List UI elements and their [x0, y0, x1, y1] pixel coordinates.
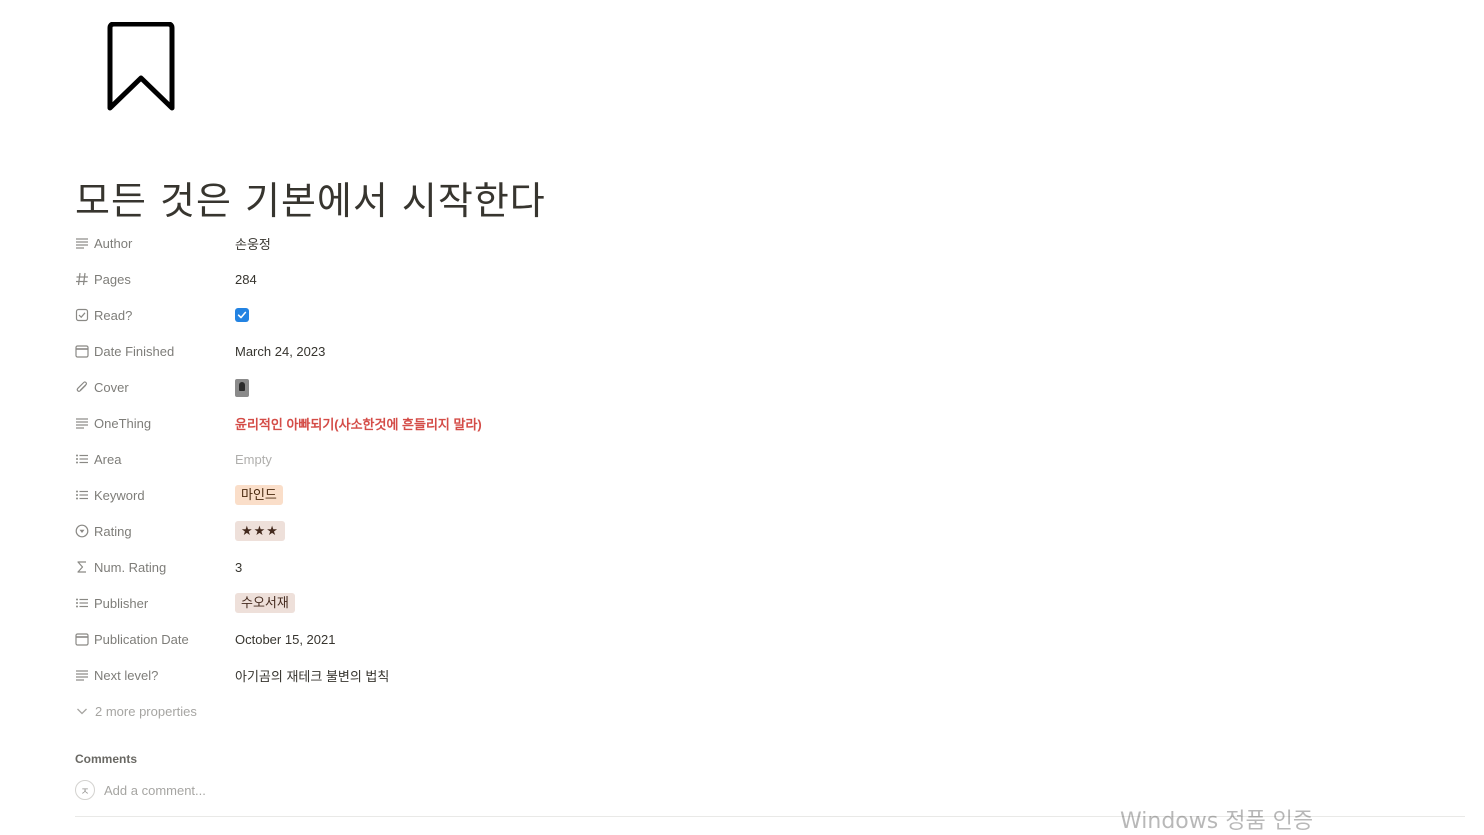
- property-area[interactable]: Area Empty: [75, 441, 1375, 477]
- num-rating-value[interactable]: 3: [235, 560, 242, 575]
- property-rating[interactable]: Rating ★★★: [75, 513, 1375, 549]
- property-label: Rating: [94, 523, 132, 539]
- property-label: Keyword: [94, 487, 145, 503]
- text-lines-icon: [75, 236, 89, 250]
- pages-value[interactable]: 284: [235, 272, 257, 287]
- page-title[interactable]: 모든 것은 기본에서 시작한다: [75, 170, 546, 225]
- onething-value[interactable]: 윤리적인 아빠되기(사소한것에 흔들리지 말라): [235, 414, 482, 433]
- list-icon: [75, 488, 89, 502]
- publisher-tag[interactable]: 수오서재: [235, 593, 295, 613]
- comments-heading: Comments: [75, 752, 138, 766]
- sigma-icon: [75, 560, 89, 574]
- list-icon: [75, 596, 89, 610]
- calendar-icon: [75, 344, 89, 358]
- property-label: Read?: [94, 307, 133, 323]
- property-date-finished[interactable]: Date Finished March 24, 2023: [75, 333, 1375, 369]
- property-label: OneThing: [94, 415, 152, 431]
- select-circle-icon: [75, 524, 89, 538]
- windows-activation-watermark: Windows 정품 인증: [1120, 809, 1314, 834]
- checkbox-icon: [75, 308, 89, 322]
- property-label: Cover: [94, 379, 129, 395]
- property-keyword[interactable]: Keyword 마인드: [75, 477, 1375, 513]
- publication-date-value[interactable]: October 15, 2021: [235, 632, 335, 647]
- property-pages[interactable]: Pages 284: [75, 261, 1375, 297]
- property-label: Publication Date: [94, 631, 189, 647]
- text-lines-icon: [75, 668, 89, 682]
- property-publisher[interactable]: Publisher 수오서재: [75, 585, 1375, 621]
- property-label: Author: [94, 235, 133, 251]
- hash-icon: [75, 272, 89, 286]
- property-author[interactable]: Author 손웅정: [75, 225, 1375, 261]
- more-properties-label: 2 more properties: [95, 703, 197, 719]
- property-label: Pages: [94, 271, 131, 287]
- property-num-rating[interactable]: Num. Rating 3: [75, 549, 1375, 585]
- properties-list: Author 손웅정 Pages 284 Read? Date Finished…: [75, 225, 1375, 729]
- property-publication-date[interactable]: Publication Date October 15, 2021: [75, 621, 1375, 657]
- property-label: Area: [94, 451, 122, 467]
- keyword-tag[interactable]: 마인드: [235, 485, 283, 505]
- author-value[interactable]: 손웅정: [235, 234, 271, 253]
- date-finished-value[interactable]: March 24, 2023: [235, 344, 325, 359]
- next-level-value[interactable]: 아기곰의 재테크 불변의 법칙: [235, 666, 389, 685]
- rating-tag[interactable]: ★★★: [235, 521, 285, 541]
- property-label: Date Finished: [94, 343, 175, 359]
- area-value[interactable]: Empty: [235, 452, 272, 467]
- property-onething[interactable]: OneThing 윤리적인 아빠되기(사소한것에 흔들리지 말라): [75, 405, 1375, 441]
- paperclip-icon: [75, 380, 89, 394]
- property-cover[interactable]: Cover: [75, 369, 1375, 405]
- more-properties-toggle[interactable]: 2 more properties: [75, 693, 1375, 729]
- list-icon: [75, 452, 89, 466]
- calendar-icon: [75, 632, 89, 646]
- property-read[interactable]: Read?: [75, 297, 1375, 333]
- cover-thumbnail[interactable]: [235, 379, 249, 397]
- comment-input[interactable]: Add a comment...: [104, 783, 206, 798]
- property-label: Num. Rating: [94, 559, 167, 575]
- text-lines-icon: [75, 416, 89, 430]
- comment-composer: ㅈ Add a comment...: [75, 780, 206, 800]
- avatar: ㅈ: [75, 780, 95, 800]
- property-next-level[interactable]: Next level? 아기곰의 재테크 불변의 법칙: [75, 657, 1375, 693]
- property-label: Publisher: [94, 595, 149, 611]
- bookmark-icon[interactable]: [104, 21, 178, 112]
- property-label: Next level?: [94, 667, 159, 683]
- read-checkbox[interactable]: [235, 308, 249, 322]
- chevron-down-icon: [75, 704, 89, 718]
